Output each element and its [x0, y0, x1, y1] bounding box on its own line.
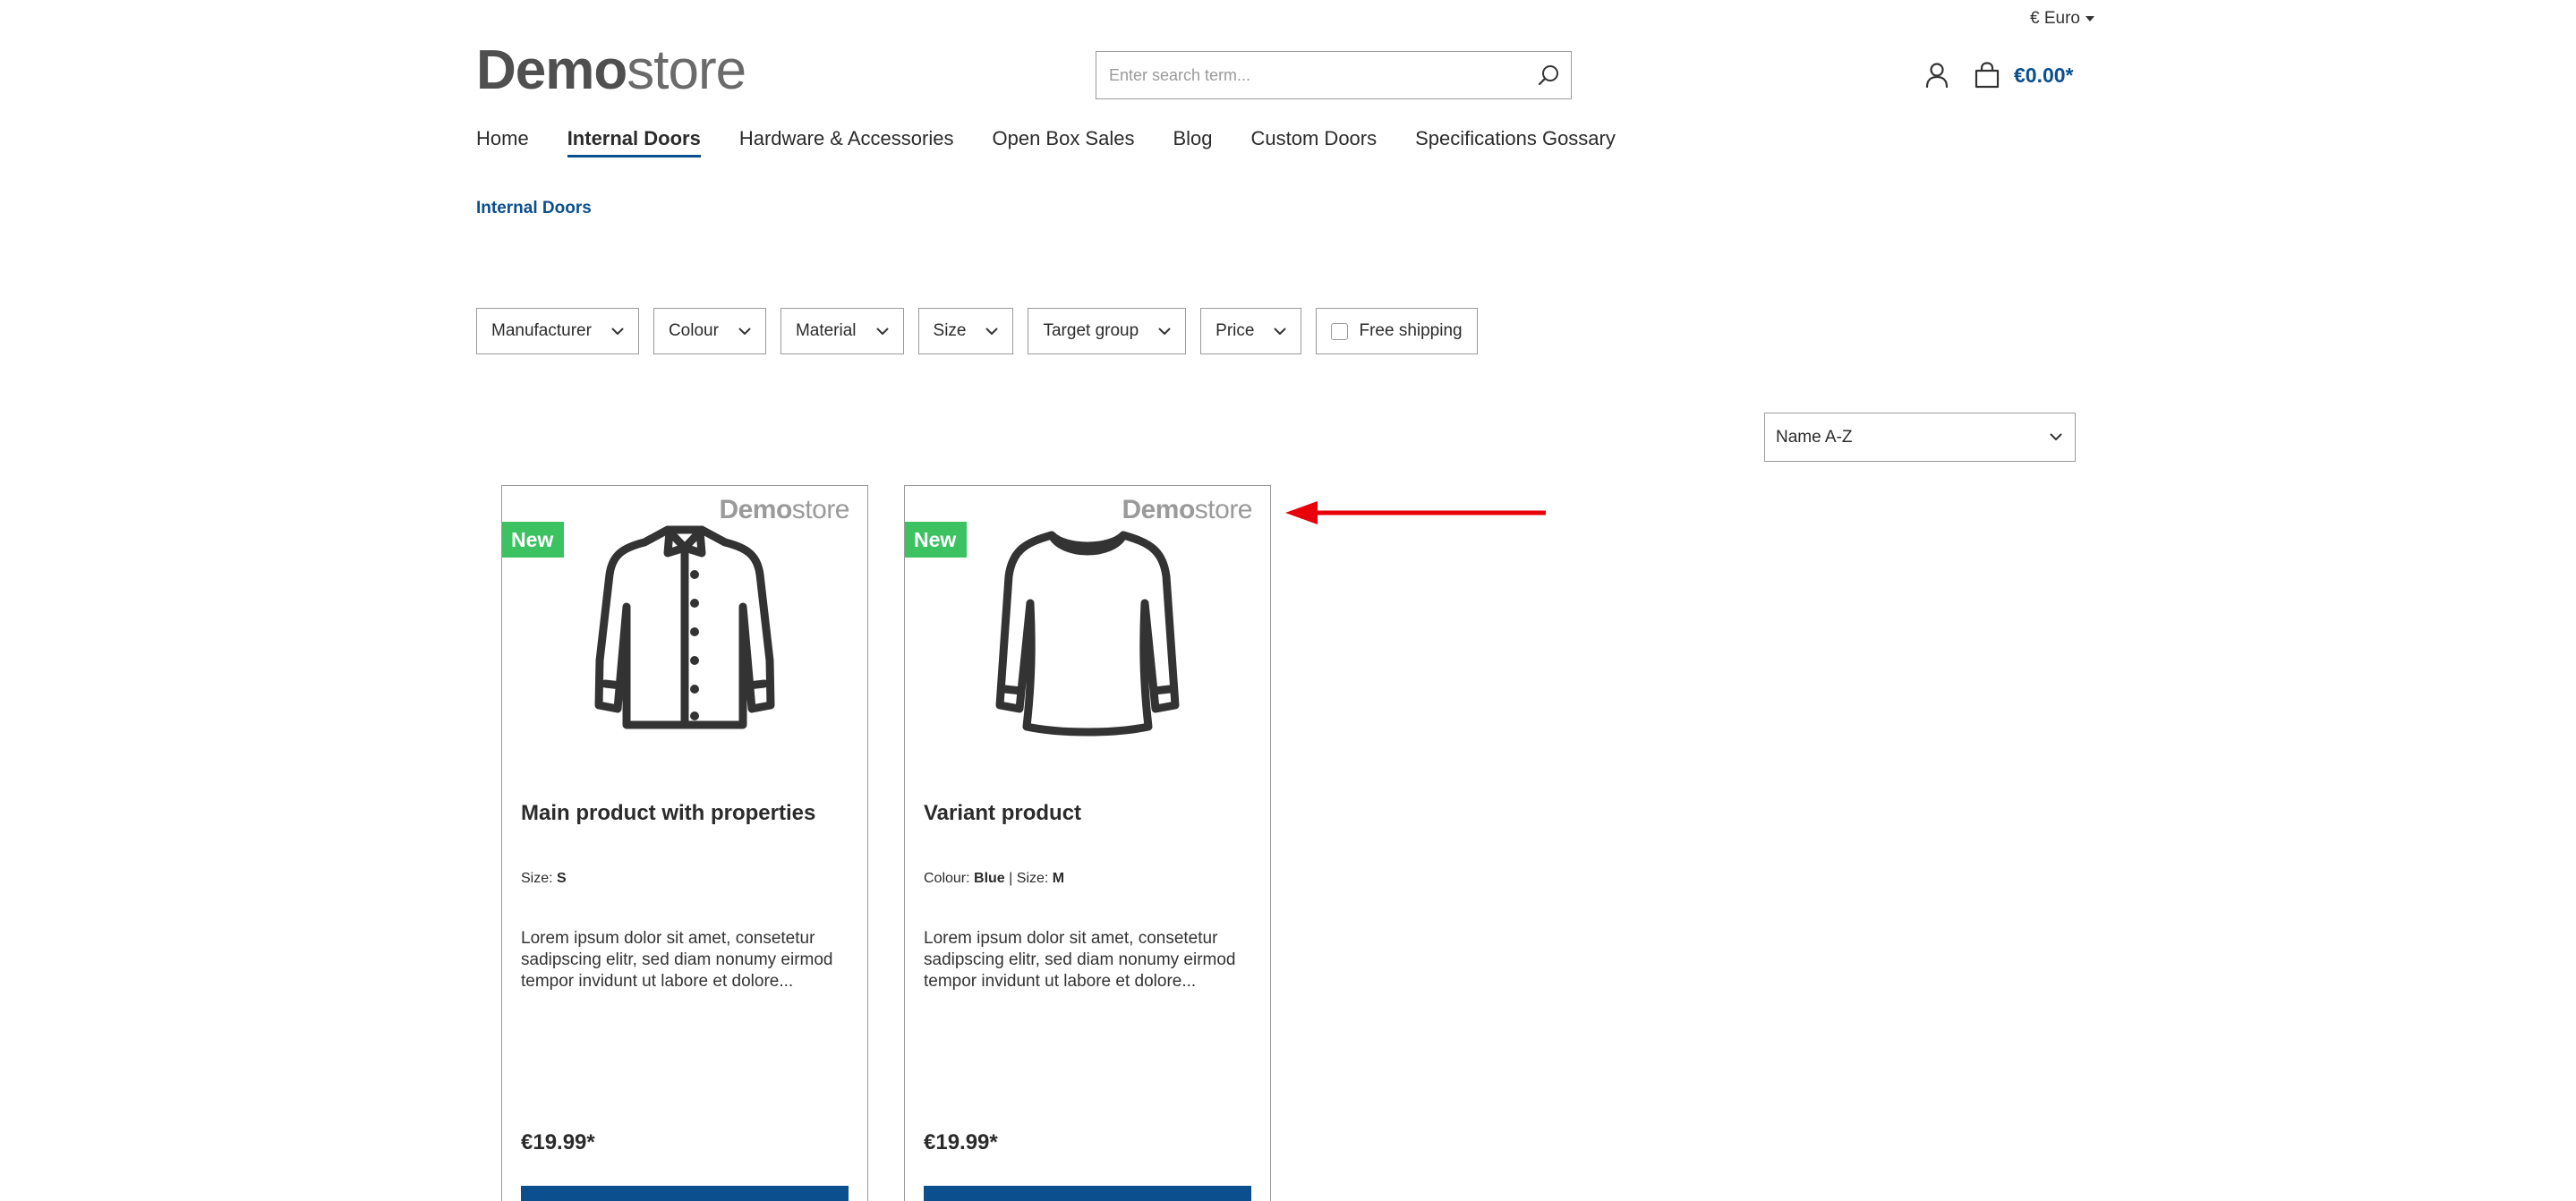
currency-label: € Euro — [2030, 9, 2080, 28]
property-value: S — [557, 871, 567, 886]
product-title[interactable]: Main product with properties — [521, 801, 815, 826]
nav-item-custom-doors[interactable]: Custom Doors — [1251, 127, 1378, 158]
product-description: Lorem ipsum dolor sit amet, consetetur s… — [521, 929, 833, 991]
product-title[interactable]: Variant product — [924, 801, 1081, 826]
watermark-light-text: store — [791, 495, 850, 524]
product-card: New Demostore Main product with properti… — [501, 485, 868, 1201]
chevron-down-icon — [876, 328, 889, 335]
nav-item-hardware-accessories[interactable]: Hardware & Accessories — [739, 127, 954, 158]
page: € Euro Demostore €0.00* Home Inter — [0, 0, 2576, 1201]
product-card: New Demostore Variant product Colour: Bl… — [904, 485, 1271, 1201]
main-navigation: Home Internal Doors Hardware & Accessori… — [476, 127, 1654, 158]
breadcrumb[interactable]: Internal Doors — [476, 199, 592, 218]
filter-free-shipping[interactable]: Free shipping — [1316, 308, 1478, 354]
nav-item-specifications-gossary[interactable]: Specifications Gossary — [1415, 127, 1616, 158]
product-properties: Colour: Blue | Size: M — [924, 871, 1064, 887]
search-bar — [1096, 51, 1572, 99]
new-badge: New — [905, 522, 968, 558]
new-badge: New — [502, 522, 565, 558]
watermark-bold-text: Demo — [719, 495, 792, 524]
logo-light-text: store — [627, 39, 746, 101]
filter-label: Material — [795, 321, 857, 340]
sweater-icon — [995, 531, 1180, 737]
property-label: Size: — [521, 871, 553, 886]
shopping-bag-icon — [1975, 62, 2000, 89]
breadcrumb-current: Internal Doors — [476, 199, 592, 217]
annotation-arrow-icon — [1285, 501, 1546, 524]
filter-price[interactable]: Price — [1200, 308, 1302, 354]
chevron-down-icon — [1274, 328, 1286, 335]
product-properties: Size: S — [521, 871, 567, 887]
chevron-down-icon — [1158, 328, 1171, 335]
currency-switcher[interactable]: € Euro — [2030, 9, 2094, 29]
filter-label: Free shipping — [1359, 321, 1463, 340]
filter-label: Price — [1215, 321, 1255, 340]
filter-colour[interactable]: Colour — [653, 308, 766, 354]
filter-size[interactable]: Size — [917, 308, 1014, 354]
store-logo[interactable]: Demostore — [476, 39, 746, 102]
cart-button[interactable]: €0.00* — [1973, 57, 2074, 93]
nav-item-open-box-sales[interactable]: Open Box Sales — [992, 127, 1134, 158]
filter-label: Colour — [668, 321, 719, 340]
filter-panel: Manufacturer Colour Material Size Target… — [476, 308, 1478, 354]
user-icon — [1925, 63, 1949, 89]
filter-target-group[interactable]: Target group — [1028, 308, 1187, 354]
watermark-light-text: store — [1194, 495, 1253, 524]
buy-button[interactable] — [521, 1186, 849, 1201]
product-description: Lorem ipsum dolor sit amet, consetetur s… — [924, 929, 1236, 991]
product-price: €19.99* — [521, 1130, 595, 1154]
filter-label: Manufacturer — [491, 321, 592, 340]
chevron-down-icon — [738, 328, 751, 335]
buy-button[interactable] — [924, 1186, 1251, 1201]
property-separator: | — [1009, 871, 1013, 886]
watermark-logo: Demostore — [719, 495, 849, 525]
chevron-down-icon — [985, 328, 998, 335]
nav-item-blog[interactable]: Blog — [1173, 127, 1212, 158]
sort-selected-value: Name A-Z — [1776, 427, 1853, 447]
filter-material[interactable]: Material — [780, 308, 904, 354]
free-shipping-checkbox[interactable] — [1331, 322, 1349, 340]
chevron-down-icon — [611, 328, 624, 335]
product-price: €19.99* — [924, 1130, 998, 1154]
search-icon — [1538, 65, 1558, 86]
watermark-logo: Demostore — [1122, 495, 1252, 525]
nav-item-home[interactable]: Home — [476, 127, 529, 158]
filter-manufacturer[interactable]: Manufacturer — [476, 308, 639, 354]
logo-bold-text: Demo — [476, 39, 627, 101]
filter-label: Size — [933, 321, 967, 340]
property-label: Colour: — [924, 871, 970, 886]
account-button[interactable] — [1921, 57, 1953, 93]
cart-total: €0.00* — [2014, 63, 2074, 87]
nav-item-internal-doors[interactable]: Internal Doors — [567, 127, 701, 158]
sort-select[interactable]: Name A-Z — [1764, 413, 2076, 462]
chevron-down-icon — [2050, 433, 2062, 440]
property-label: Size: — [1016, 871, 1049, 886]
search-input[interactable] — [1096, 52, 1526, 98]
property-value: Blue — [974, 871, 1005, 886]
caret-down-icon — [2085, 16, 2094, 21]
search-button[interactable] — [1526, 52, 1571, 98]
watermark-bold-text: Demo — [1122, 495, 1195, 524]
property-value: M — [1052, 871, 1065, 886]
filter-label: Target group — [1043, 321, 1139, 340]
shirt-icon — [594, 525, 775, 729]
